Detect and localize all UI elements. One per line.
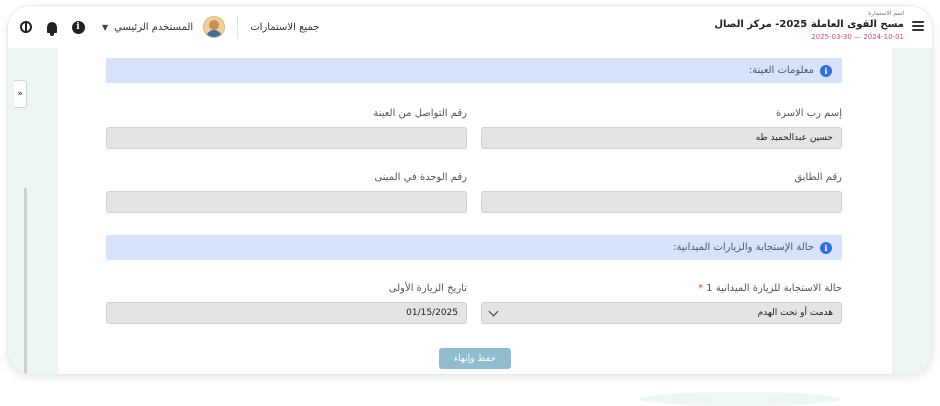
section-header-response-status: i حالة الإستجابة والزيارات الميدانية:	[106, 235, 842, 260]
floor-number-input[interactable]	[481, 191, 842, 213]
head-name-field: إسم رب الاسرة حسين عبدالحميد طه	[481, 108, 842, 149]
scrollbar[interactable]	[24, 188, 27, 374]
section-title: حالة الإستجابة والزيارات الميدانية:	[673, 242, 814, 253]
top-bar-actions: i ▼ المستخدم الرئيسي جميع الاستمارات	[18, 6, 319, 48]
section-header-sample-info: i معلومات العينة:	[106, 58, 842, 83]
info-icon: i	[71, 20, 85, 34]
user-menu[interactable]: ▼ المستخدم الرئيسي	[102, 16, 226, 38]
user-name: المستخدم الرئيسي	[114, 21, 194, 33]
section-title: معلومات العينة:	[748, 65, 814, 76]
notifications-button[interactable]	[44, 19, 60, 36]
required-mark: *	[698, 283, 704, 294]
language-button[interactable]	[18, 19, 34, 35]
field-label: رقم الطابق	[794, 172, 842, 183]
avatar	[203, 16, 226, 38]
unit-number-field: رقم الوحدة في المبنى	[106, 172, 467, 213]
field-label: تاريخ الزيارة الأولى	[388, 283, 467, 294]
selected-value: هدمت أو تحت الهدم	[757, 308, 833, 318]
form-title-block: اسم الاستمارة مسح القوى العاملة 2025- مر…	[714, 10, 904, 42]
contact-number-field: رقم التواصل من العينة	[106, 108, 467, 149]
form-header: اسم الاستمارة مسح القوى العاملة 2025- مر…	[714, 10, 924, 44]
info-icon: i	[820, 241, 832, 254]
unit-number-input[interactable]	[106, 191, 467, 213]
form-content: i معلومات العينة: إسم رب الاسرة حسين عبد…	[58, 48, 892, 374]
first-visit-date-field: تاريخ الزيارة الأولى 01/15/2025	[106, 283, 467, 324]
form-dates: 2025-03-30 — 2024-10-01	[811, 33, 904, 41]
first-visit-date-input[interactable]: 01/15/2025	[106, 302, 467, 324]
head-name-input[interactable]: حسين عبدالحميد طه	[481, 127, 842, 149]
info-icon: i	[820, 64, 832, 77]
left-rail: »	[8, 48, 59, 374]
contact-number-input[interactable]	[106, 127, 467, 149]
app-window: i ▼ المستخدم الرئيسي جميع الاستمارات اسم…	[8, 6, 932, 374]
field-label: إسم رب الاسرة	[775, 108, 842, 119]
caret-down-icon: ▼	[102, 22, 109, 32]
globe-icon	[20, 21, 32, 33]
chevron-down-icon	[488, 306, 499, 317]
label-text: حالة الاستجابة للزيارة الميدانية 1	[706, 283, 842, 294]
sidebar-toggle[interactable]: »	[14, 80, 27, 108]
floor-number-field: رقم الطابق	[481, 172, 842, 213]
bell-icon	[47, 21, 57, 36]
visit-response-select[interactable]: هدمت أو تحت الهدم	[481, 302, 842, 324]
field-label: رقم التواصل من العينة	[373, 108, 467, 119]
all-forms-link[interactable]: جميع الاستمارات	[250, 22, 319, 33]
hamburger-menu-icon[interactable]	[912, 10, 924, 33]
top-bar: i ▼ المستخدم الرئيسي جميع الاستمارات اسم…	[8, 6, 932, 49]
save-and-finish-button[interactable]: حفظ وإنهاء	[439, 348, 511, 369]
form-name: مسح القوى العاملة 2025- مركز الصال	[714, 19, 904, 30]
field-label: حالة الاستجابة للزيارة الميدانية 1*	[481, 283, 842, 297]
right-rail	[891, 48, 932, 374]
visit-response-field: حالة الاستجابة للزيارة الميدانية 1* هدمت…	[481, 283, 842, 324]
help-button[interactable]: i	[70, 19, 86, 35]
divider	[237, 16, 239, 38]
field-label: رقم الوحدة في المبنى	[374, 172, 467, 183]
form-name-caption: اسم الاستمارة	[868, 10, 904, 17]
